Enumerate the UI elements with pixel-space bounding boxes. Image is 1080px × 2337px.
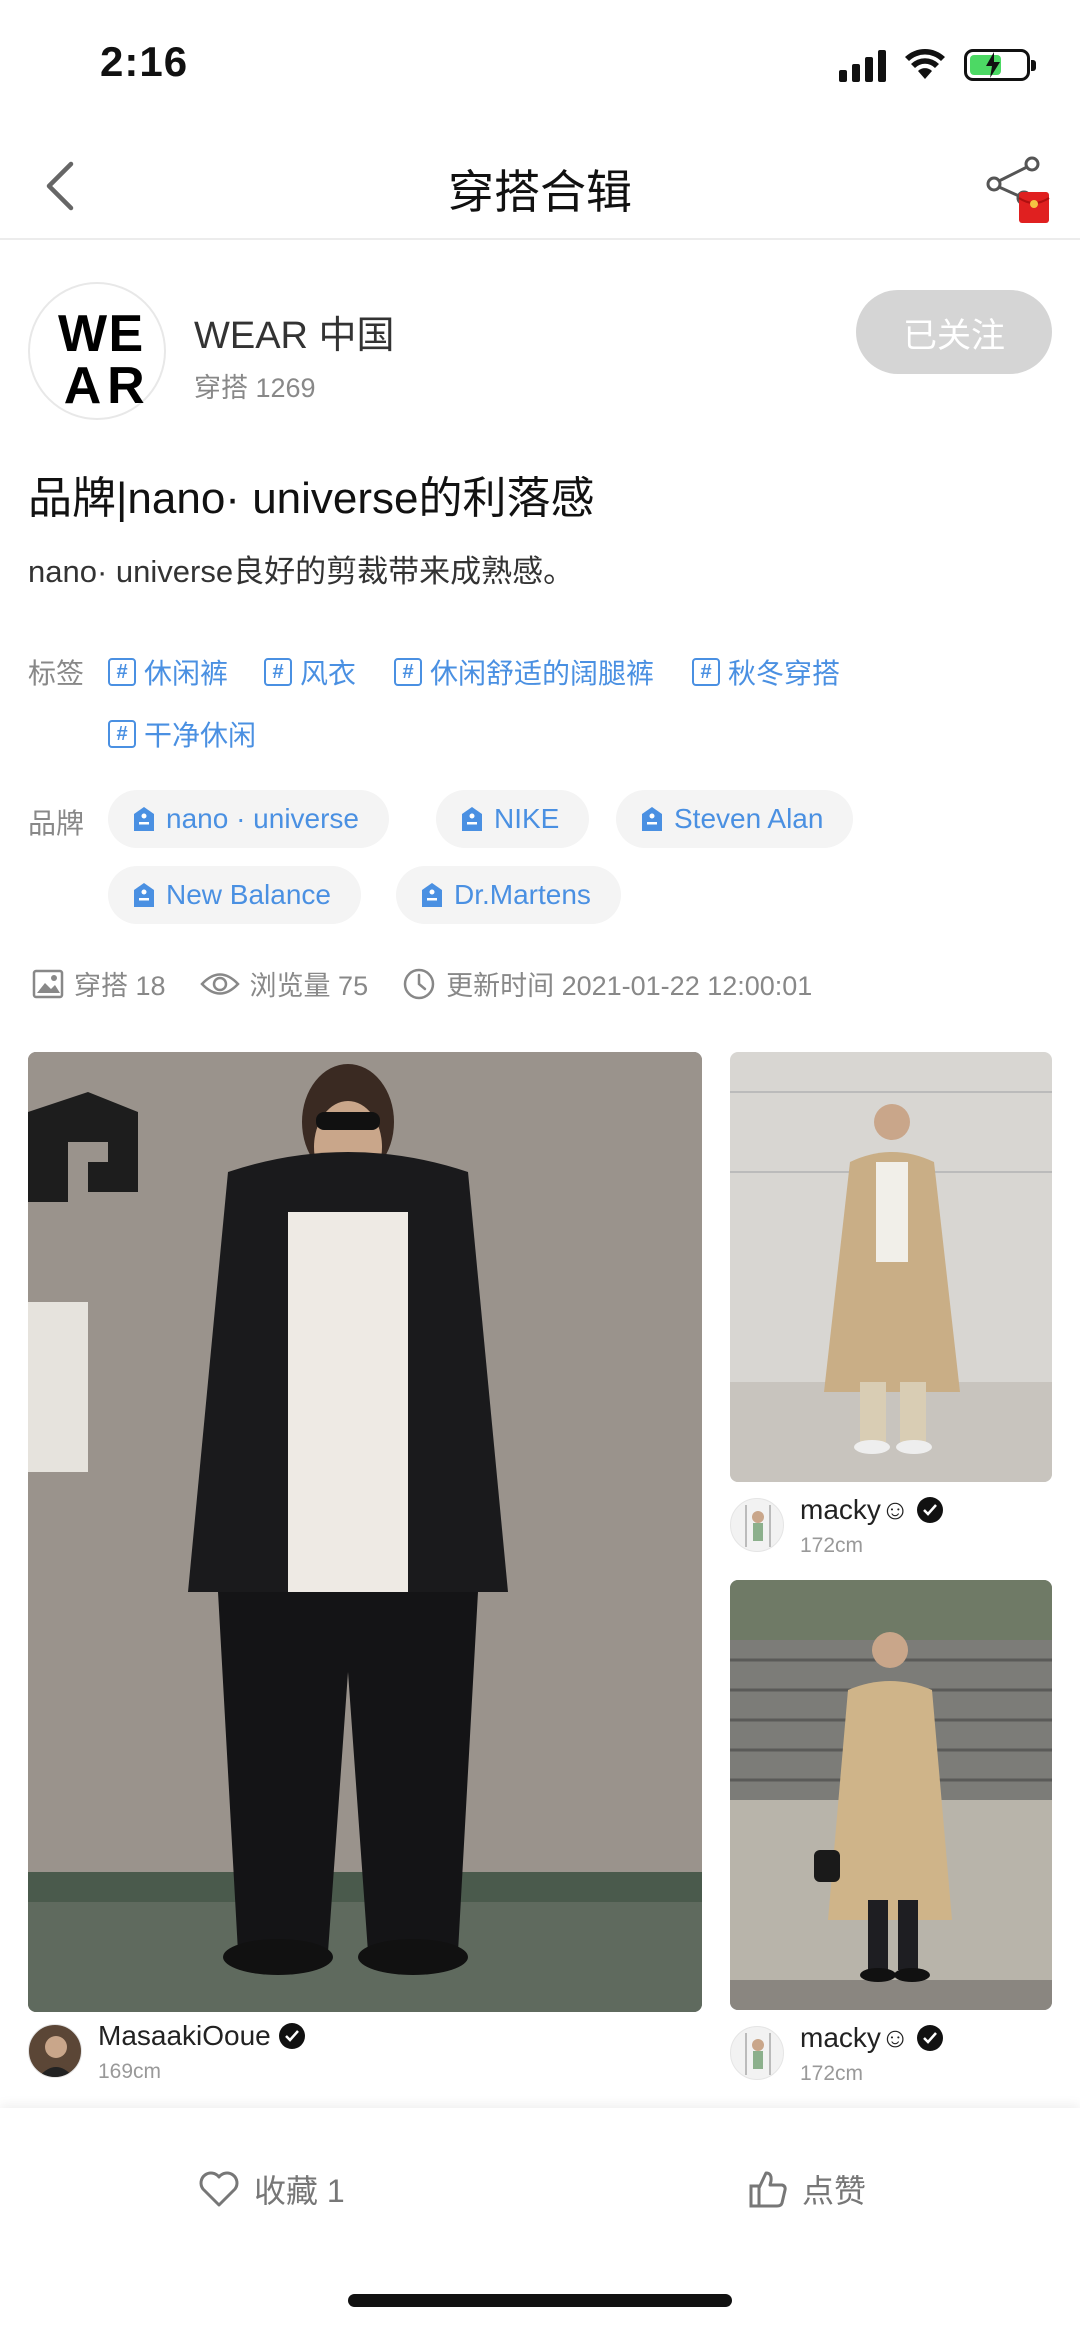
hash-icon: # xyxy=(692,658,720,686)
outfit-count-stat: 穿搭 18 xyxy=(32,964,166,1003)
nav-bar: 穿搭合辑 xyxy=(0,132,1080,240)
logo-letter: E xyxy=(108,305,144,363)
hash-icon: # xyxy=(264,658,292,686)
views-text: 浏览量 75 xyxy=(249,971,369,1001)
brand-label: New Balance xyxy=(166,879,331,910)
avatar xyxy=(730,2026,784,2080)
post-author-name: macky☺ xyxy=(800,2022,944,2054)
like-button[interactable]: 点赞 xyxy=(748,2166,866,2212)
eye-icon xyxy=(199,972,240,995)
logo-letter: A xyxy=(63,357,102,415)
hash-icon: # xyxy=(108,658,136,686)
post-author-height: 169cm xyxy=(98,2060,162,2083)
tag-label: 干净休闲 xyxy=(144,720,257,751)
username: macky☺ xyxy=(800,2022,910,2053)
post-author-name: macky☺ xyxy=(800,1494,944,1526)
avatar xyxy=(28,2024,82,2078)
red-envelope-icon xyxy=(1018,192,1050,223)
share-button[interactable] xyxy=(984,154,1050,223)
verified-icon xyxy=(917,2025,944,2051)
tag-label: 休闲舒适的阔腿裤 xyxy=(430,658,655,689)
brand-label: nano · universe xyxy=(166,803,360,834)
post-author-height: 172cm xyxy=(800,2062,864,2085)
tag-label: 秋冬穿搭 xyxy=(728,658,841,689)
tag-item[interactable]: # 休闲裤 xyxy=(108,652,228,692)
tag-item[interactable]: # 秋冬穿搭 xyxy=(692,652,840,692)
profile-name[interactable]: WEAR 中国 xyxy=(194,304,395,359)
tag-icon xyxy=(462,807,482,831)
home-indicator xyxy=(348,2294,732,2307)
tag-item[interactable]: # 风衣 xyxy=(264,652,356,692)
logo-letter: W xyxy=(58,305,108,363)
collection-description: nano· universe良好的剪裁带来成熟感。 xyxy=(28,554,575,589)
image-icon xyxy=(32,969,64,998)
updated-stat: 更新时间 2021-01-22 12:00:01 xyxy=(402,964,812,1003)
updated-text: 更新时间 2021-01-22 12:00:01 xyxy=(446,971,813,1001)
verified-icon xyxy=(917,1497,944,1523)
follow-button[interactable]: 已关注 xyxy=(856,290,1052,374)
status-time: 2:16 xyxy=(100,38,189,85)
tag-label: 风衣 xyxy=(300,658,357,689)
brand-pill[interactable]: NIKE xyxy=(436,790,590,848)
heart-icon xyxy=(199,2171,239,2207)
post-author[interactable]: MasaakiOoue 169cm xyxy=(28,2020,702,2084)
profile-header: W E A R WEAR 中国 穿搭 1269 已关注 xyxy=(28,282,1052,422)
post-author-name: MasaakiOoue xyxy=(98,2020,305,2052)
battery-icon xyxy=(964,49,1036,81)
brand-pill[interactable]: nano · universe xyxy=(108,790,390,848)
hash-icon: # xyxy=(394,658,422,686)
hash-icon: # xyxy=(108,720,136,748)
username: MasaakiOoue xyxy=(98,2020,271,2051)
page-title: 穿搭合辑 xyxy=(448,166,632,218)
tag-icon xyxy=(422,883,442,907)
tag-icon xyxy=(134,807,154,831)
outfit-photo[interactable] xyxy=(730,1052,1052,1482)
favorite-button[interactable]: 收藏 1 xyxy=(198,2166,345,2212)
collection-stats: 穿搭 18 浏览量 75 更新时间 2021-01-22 12:00:01 xyxy=(32,964,846,1003)
tag-icon xyxy=(642,807,662,831)
logo-letter: R xyxy=(107,357,145,415)
post-author[interactable]: macky☺ 172cm xyxy=(730,1494,1052,1558)
profile-outfit-count: 穿搭 1269 xyxy=(194,373,316,403)
wifi-icon xyxy=(905,49,945,79)
tag-item[interactable]: # 干净休闲 xyxy=(108,714,256,754)
outfit-count-text: 穿搭 18 xyxy=(74,971,166,1001)
outfit-photo[interactable] xyxy=(730,1580,1052,2010)
tag-item[interactable]: # 休闲舒适的阔腿裤 xyxy=(394,652,654,692)
clock-icon xyxy=(403,968,435,999)
post-author-height: 172cm xyxy=(800,1534,864,1557)
brand-label: Dr.Martens xyxy=(454,879,591,910)
collection-title: 品牌|nano· universe的利落感 xyxy=(28,474,595,523)
outfit-photo[interactable] xyxy=(28,1052,702,2012)
tag-icon xyxy=(134,883,154,907)
verified-icon xyxy=(278,2023,305,2049)
thumbs-up-icon xyxy=(749,2171,787,2208)
favorite-label: 收藏 1 xyxy=(254,2173,345,2209)
brands-label: 品牌 xyxy=(28,808,85,839)
tags-label: 标签 xyxy=(28,658,85,689)
brand-pill[interactable]: New Balance xyxy=(108,866,361,924)
status-bar: 2:16 xyxy=(0,0,1080,132)
avatar[interactable]: W E A R xyxy=(28,282,166,420)
brand-label: NIKE xyxy=(494,803,560,834)
brand-label: Steven Alan xyxy=(674,803,824,834)
brand-pill[interactable]: Steven Alan xyxy=(616,790,854,848)
post-author[interactable]: macky☺ 172cm xyxy=(730,2022,1052,2086)
tag-label: 休闲裤 xyxy=(144,658,229,689)
like-label: 点赞 xyxy=(802,2173,867,2209)
avatar xyxy=(730,1498,784,1552)
brand-pill[interactable]: Dr.Martens xyxy=(396,866,621,924)
username: macky☺ xyxy=(800,1494,910,1525)
signal-icon xyxy=(839,48,886,82)
views-stat: 浏览量 75 xyxy=(199,964,369,1003)
status-icons xyxy=(839,48,1036,82)
